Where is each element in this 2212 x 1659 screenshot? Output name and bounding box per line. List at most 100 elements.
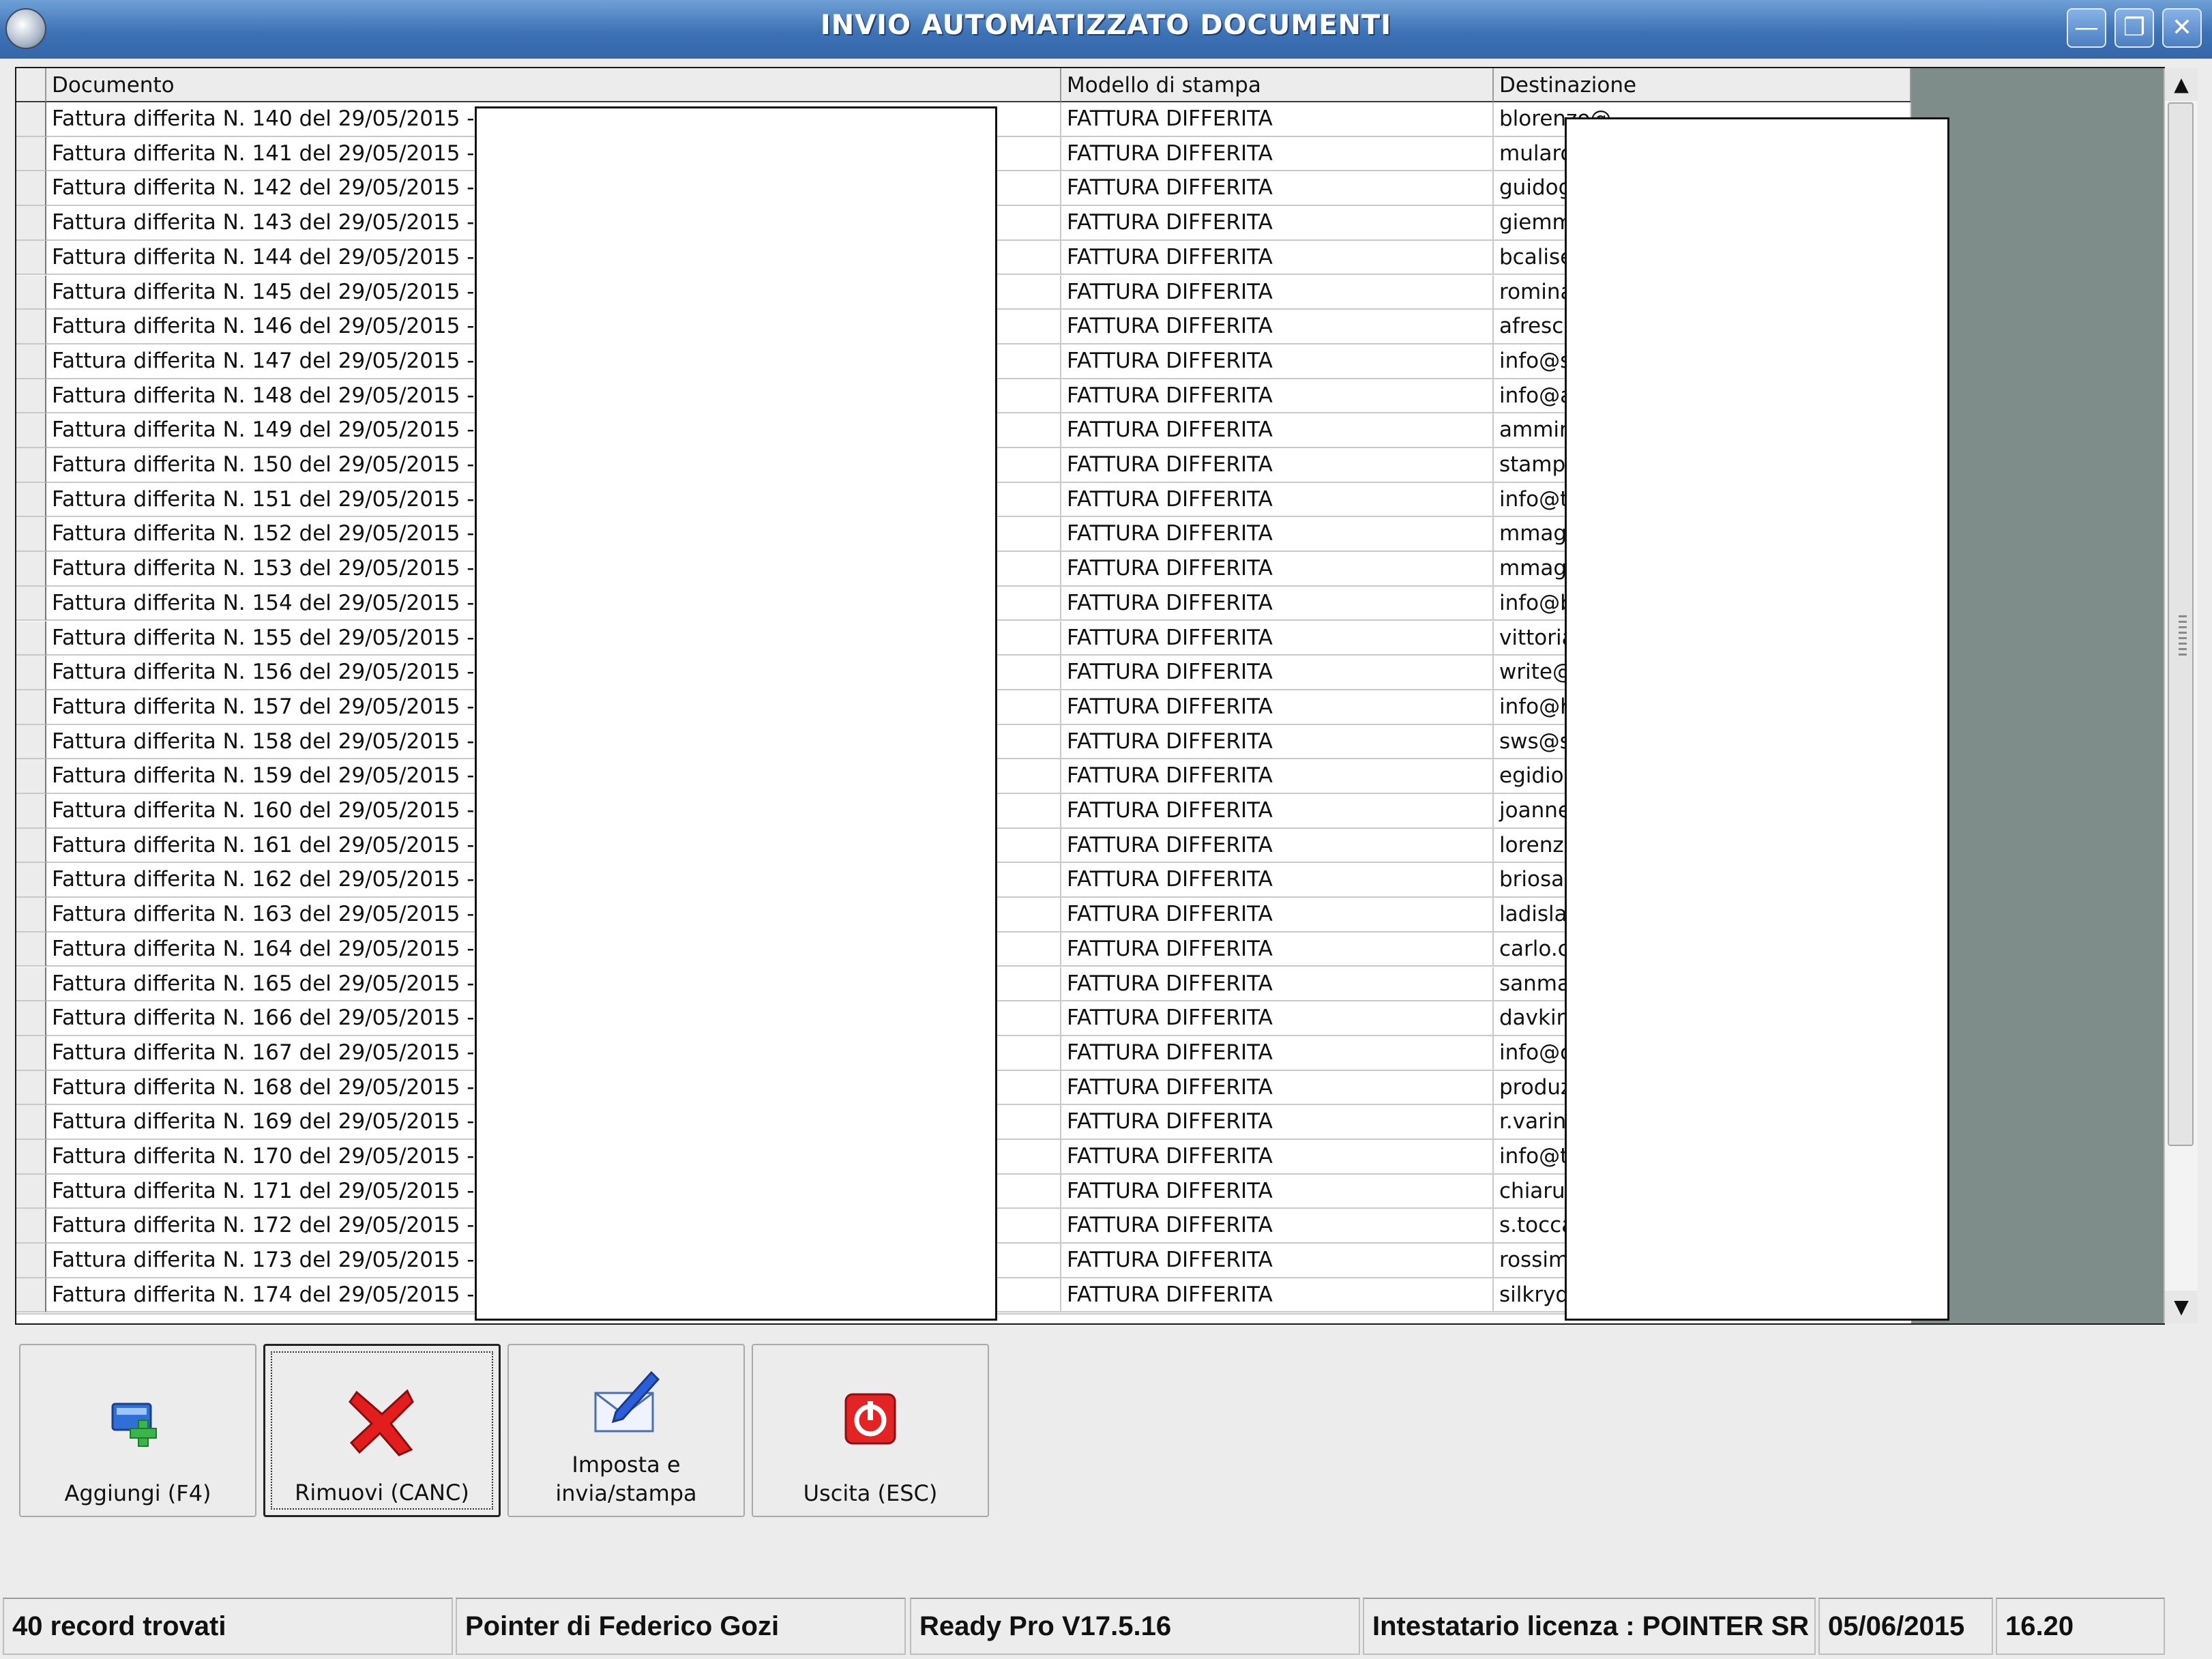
cell-modello: FATTURA DIFFERITA (1061, 586, 1494, 621)
row-indicator (16, 690, 46, 725)
status-date: 05/06/2015 (1818, 1598, 1993, 1655)
record-count: 40 record trovati (3, 1598, 453, 1655)
row-indicator (16, 1244, 46, 1278)
cell-modello: FATTURA DIFFERITA (1061, 621, 1494, 656)
cell-modello: FATTURA DIFFERITA (1061, 794, 1494, 829)
documents-grid: Documento Modello di stampa Destinazione… (15, 67, 2165, 1325)
row-indicator (16, 1036, 46, 1071)
cell-modello: FATTURA DIFFERITA (1061, 482, 1494, 518)
cell-modello: FATTURA DIFFERITA (1061, 171, 1494, 207)
cell-modello: FATTURA DIFFERITA (1061, 863, 1494, 898)
exit-button-label: Uscita (ESC) (803, 1480, 938, 1506)
redaction-box (475, 106, 997, 1321)
row-indicator (16, 967, 46, 1002)
license-holder: Intestatario licenza : POINTER SR (1363, 1598, 1816, 1655)
row-indicator (16, 656, 46, 690)
minimize-button[interactable]: — (2067, 8, 2106, 48)
row-indicator (16, 1001, 46, 1036)
remove-button[interactable]: Rimuovi (CANC) (263, 1344, 501, 1517)
send-print-button[interactable]: Imposta e invia/stampa (507, 1344, 745, 1517)
scroll-up-arrow-icon[interactable]: ▲ (2165, 68, 2198, 101)
header-indicator (16, 68, 46, 102)
row-indicator (16, 206, 46, 241)
row-indicator (16, 932, 46, 967)
row-indicator (16, 863, 46, 898)
add-button-label: Aggiungi (F4) (64, 1480, 211, 1506)
cell-modello: FATTURA DIFFERITA (1061, 1105, 1494, 1140)
row-indicator (16, 724, 46, 760)
cell-modello: FATTURA DIFFERITA (1061, 1209, 1494, 1244)
row-indicator (16, 794, 46, 829)
row-indicator (16, 1140, 46, 1175)
cell-modello: FATTURA DIFFERITA (1061, 275, 1494, 310)
grip-icon (2179, 615, 2187, 656)
restore-button[interactable]: ❐ (2114, 8, 2154, 48)
row-indicator (16, 379, 46, 414)
row-indicator (16, 898, 46, 933)
cell-modello: FATTURA DIFFERITA (1061, 517, 1494, 553)
title-bar: INVIO AUTOMATIZZATO DOCUMENTI — ❐ ✕ (0, 0, 2212, 59)
exit-button[interactable]: Uscita (ESC) (752, 1344, 989, 1517)
row-indicator (16, 136, 46, 172)
column-header-documento[interactable]: Documento (46, 68, 1061, 102)
row-indicator (16, 448, 46, 483)
row-indicator (16, 344, 46, 379)
cell-modello: FATTURA DIFFERITA (1061, 344, 1494, 379)
company-name: Pointer di Federico Gozi (456, 1598, 906, 1655)
cell-modello: FATTURA DIFFERITA (1061, 413, 1494, 448)
red-x-icon (349, 1389, 414, 1456)
scroll-thumb[interactable] (2168, 102, 2194, 1146)
status-time: 16.20 (1996, 1598, 2165, 1655)
row-indicator (16, 828, 46, 864)
row-indicator (16, 1070, 46, 1106)
cell-modello: FATTURA DIFFERITA (1061, 448, 1494, 483)
column-header-modello[interactable]: Modello di stampa (1061, 68, 1494, 102)
send-print-button-label: Imposta e invia/stampa (509, 1450, 743, 1508)
row-indicator (16, 482, 46, 518)
status-bar: 40 record trovati Pointer di Federico Go… (0, 1596, 2212, 1659)
row-indicator (16, 759, 46, 794)
cell-modello: FATTURA DIFFERITA (1061, 552, 1494, 587)
cell-modello: FATTURA DIFFERITA (1061, 136, 1494, 172)
cell-modello: FATTURA DIFFERITA (1061, 1244, 1494, 1278)
cell-modello: FATTURA DIFFERITA (1061, 1140, 1494, 1175)
row-indicator (16, 240, 46, 276)
row-indicator (16, 275, 46, 310)
cell-modello: FATTURA DIFFERITA (1061, 1174, 1494, 1209)
app-version: Ready Pro V17.5.16 (910, 1598, 1360, 1655)
redaction-box (1565, 117, 1949, 1321)
cell-modello: FATTURA DIFFERITA (1061, 379, 1494, 414)
add-button[interactable]: Aggiungi (F4) (19, 1344, 256, 1517)
cell-modello: FATTURA DIFFERITA (1061, 898, 1494, 933)
cell-modello: FATTURA DIFFERITA (1061, 1278, 1494, 1313)
row-indicator (16, 517, 46, 553)
row-indicator (16, 621, 46, 656)
row-indicator (16, 552, 46, 587)
row-indicator (16, 310, 46, 344)
scroll-down-arrow-icon[interactable]: ▼ (2165, 1291, 2198, 1323)
cell-modello: FATTURA DIFFERITA (1061, 1036, 1494, 1071)
cell-modello: FATTURA DIFFERITA (1061, 690, 1494, 725)
row-indicator (16, 171, 46, 207)
remove-button-label: Rimuovi (CANC) (295, 1480, 469, 1506)
cell-modello: FATTURA DIFFERITA (1061, 1001, 1494, 1036)
cell-modello: FATTURA DIFFERITA (1061, 656, 1494, 690)
add-document-icon (111, 1403, 157, 1447)
cell-modello: FATTURA DIFFERITA (1061, 102, 1494, 137)
close-button[interactable]: ✕ (2162, 8, 2202, 48)
row-indicator (16, 586, 46, 621)
row-indicator (16, 1105, 46, 1140)
column-header-destinazione[interactable]: Destinazione (1494, 68, 1911, 102)
cell-modello: FATTURA DIFFERITA (1061, 310, 1494, 344)
power-icon (844, 1393, 896, 1445)
cell-modello: FATTURA DIFFERITA (1061, 932, 1494, 967)
cell-modello: FATTURA DIFFERITA (1061, 967, 1494, 1002)
send-print-label-line1: Imposta e (572, 1452, 681, 1478)
cell-modello: FATTURA DIFFERITA (1061, 206, 1494, 241)
cell-modello: FATTURA DIFFERITA (1061, 240, 1494, 276)
cell-modello: FATTURA DIFFERITA (1061, 759, 1494, 794)
cell-modello: FATTURA DIFFERITA (1061, 724, 1494, 760)
send-print-label-line2: invia/stampa (555, 1480, 697, 1506)
vertical-scrollbar[interactable]: ▲ ▼ (2164, 68, 2198, 1323)
row-indicator (16, 1278, 46, 1313)
